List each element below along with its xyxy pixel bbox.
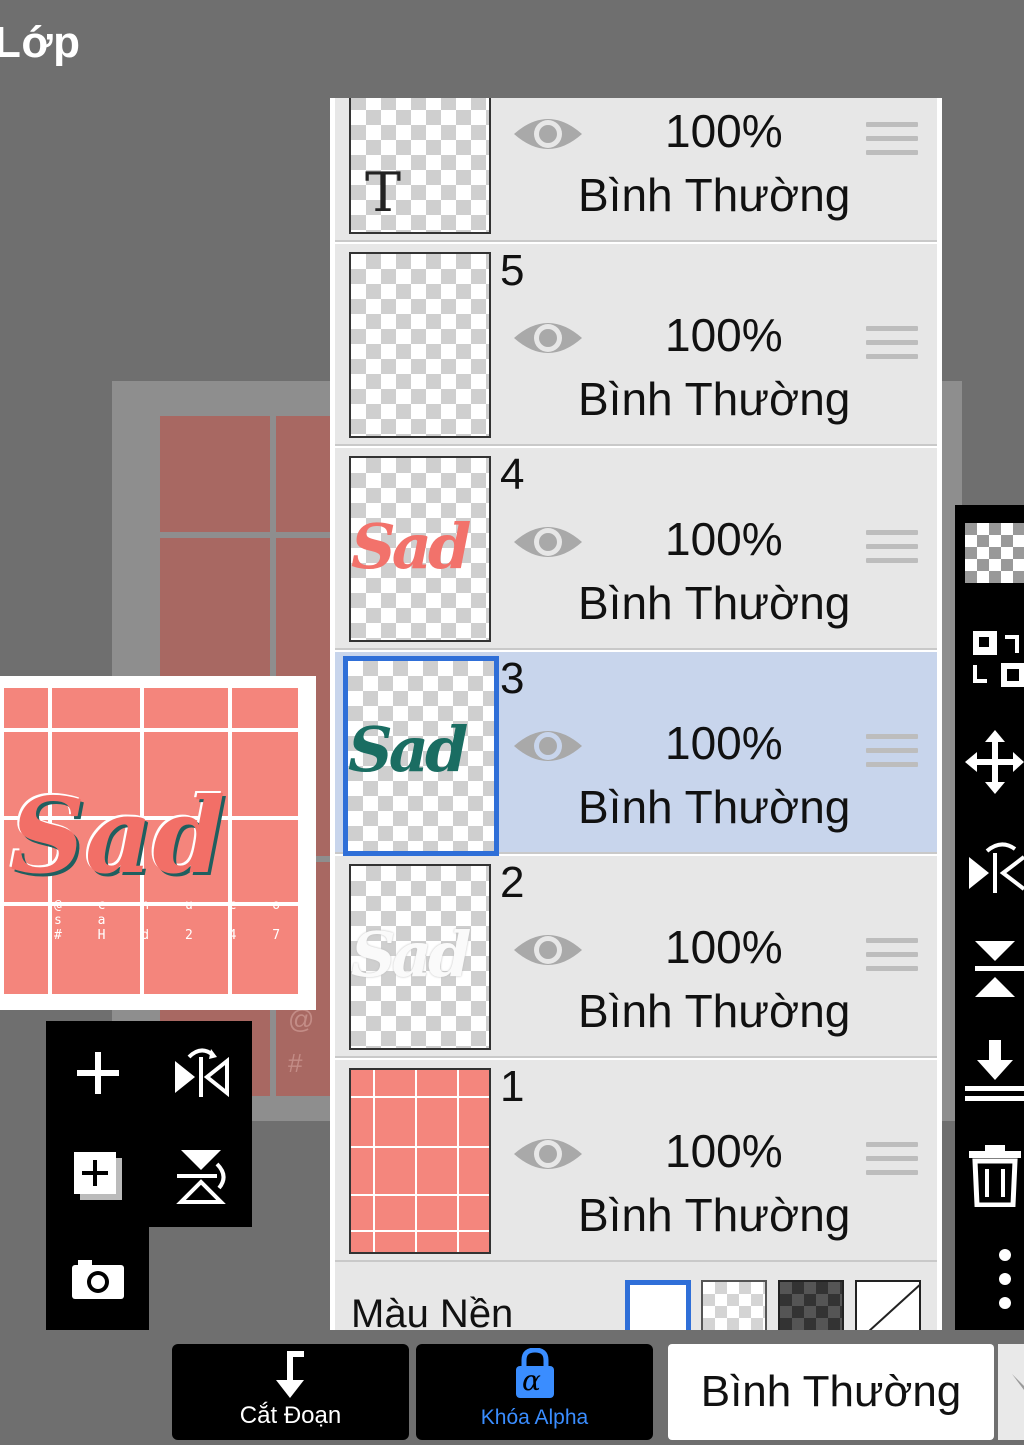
- layer-thumbnail: [349, 1068, 491, 1254]
- left-layer-tools-extra: [46, 1227, 149, 1330]
- panel-title: Lớp: [0, 18, 81, 67]
- text-layer-icon: T: [365, 161, 402, 224]
- transparency-button[interactable]: [965, 523, 1024, 593]
- visibility-eye-icon[interactable]: [511, 1130, 585, 1178]
- preview-artwork: Sad @ c h u c o s a # H d 2 4 7: [4, 688, 298, 994]
- new-layer-icon: [73, 1151, 122, 1200]
- move-layer-button[interactable]: [965, 730, 1024, 800]
- bg-swatch-checker-light[interactable]: [701, 1280, 767, 1330]
- drag-handle-icon[interactable]: [866, 530, 918, 570]
- flip-horizontal-icon: [174, 1048, 229, 1097]
- drag-handle-icon[interactable]: [866, 734, 918, 774]
- trash-icon: [969, 1145, 1021, 1208]
- layer-opacity[interactable]: 100%: [665, 716, 783, 770]
- preview-art-word: Sad: [10, 774, 226, 897]
- drag-handle-icon[interactable]: [866, 326, 918, 366]
- plus-icon: [76, 1051, 119, 1094]
- flip-vertical-icon: [975, 941, 1024, 997]
- swap-layer-button[interactable]: [965, 627, 1024, 697]
- bg-swatch-checker-dark[interactable]: [778, 1280, 844, 1330]
- layer-row-4[interactable]: Sad 4 100% Bình Thường: [335, 448, 937, 650]
- layer-name: 2: [500, 858, 525, 907]
- bg-swatch-none[interactable]: [855, 1280, 921, 1330]
- alpha-lock-label: Khóa Alpha: [480, 1406, 589, 1429]
- layer-thumbnail: Sad: [349, 864, 491, 1050]
- layer-row-text[interactable]: T 100% Bình Thường: [335, 98, 937, 242]
- layer-panel: T 100% Bình Thường 5 100% Bình Thường Sa…: [330, 98, 942, 1330]
- flip-vertical-button[interactable]: [965, 937, 1024, 1007]
- layer-blend-mode: Bình Thường: [578, 169, 851, 221]
- camera-icon: [71, 1259, 124, 1299]
- layer-name: 1: [500, 1062, 525, 1111]
- layer-thumbnail: T: [349, 98, 491, 234]
- add-layer-button[interactable]: [46, 1021, 149, 1124]
- chevron-up-icon: [1012, 1374, 1024, 1390]
- layer-blend-mode: Bình Thường: [578, 985, 851, 1037]
- camera-button[interactable]: [46, 1227, 149, 1330]
- layer-row-1[interactable]: 1 100% Bình Thường: [335, 1060, 937, 1262]
- move-arrows-icon: [965, 730, 1024, 794]
- thumb-art-word: Sad: [348, 713, 468, 786]
- clip-button[interactable]: Cắt Đoạn: [172, 1344, 409, 1440]
- merge-down-button[interactable]: [965, 1040, 1024, 1110]
- layer-opacity[interactable]: 100%: [665, 308, 783, 362]
- blend-mode-select[interactable]: Bình Thường: [668, 1344, 994, 1440]
- add-layer-copy-button[interactable]: [46, 1124, 149, 1227]
- drag-handle-icon[interactable]: [866, 122, 918, 162]
- layer-blend-mode: Bình Thường: [578, 781, 851, 833]
- visibility-eye-icon[interactable]: [511, 110, 585, 158]
- more-vertical-icon: [999, 1249, 1011, 1309]
- more-options-button[interactable]: [965, 1245, 1024, 1315]
- flip-horizontal-icon: [969, 842, 1024, 893]
- swap-layers-icon: [973, 631, 1024, 687]
- layer-thumbnail: Sad: [343, 656, 499, 856]
- bg-swatch-white[interactable]: [625, 1280, 691, 1330]
- alpha-symbol: α: [522, 1364, 541, 1397]
- thumb-art-word: Sad: [351, 510, 471, 583]
- layer-name: 3: [500, 654, 525, 703]
- clip-arrow-icon: [276, 1351, 304, 1398]
- visibility-eye-icon[interactable]: [511, 314, 585, 362]
- layer-name: 5: [500, 246, 525, 295]
- layer-opacity[interactable]: 100%: [665, 920, 783, 974]
- visibility-eye-icon[interactable]: [511, 722, 585, 770]
- thumb-art-word: Sad: [351, 918, 471, 991]
- flip-vertical-icon: [175, 1149, 226, 1204]
- merge-down-icon: [965, 1040, 1024, 1101]
- flip-layer-vertical-button[interactable]: [149, 1124, 252, 1227]
- background-color-row: Màu Nền: [335, 1262, 937, 1330]
- visibility-eye-icon[interactable]: [511, 518, 585, 566]
- drag-handle-icon[interactable]: [866, 938, 918, 978]
- drag-handle-icon[interactable]: [866, 1142, 918, 1182]
- layer-row-3[interactable]: Sad 3 100% Bình Thường: [335, 652, 937, 856]
- preview-handle-text: @ c h u c o s a # H d 2 4 7: [54, 898, 295, 943]
- visibility-eye-icon[interactable]: [511, 926, 585, 974]
- layer-opacity[interactable]: 100%: [665, 1124, 783, 1178]
- layer-thumbnail: Sad: [349, 456, 491, 642]
- canvas-preview[interactable]: Sad @ c h u c o s a # H d 2 4 7: [0, 676, 316, 1010]
- layer-blend-mode: Bình Thường: [578, 577, 851, 629]
- checkerboard-icon: [965, 523, 1024, 583]
- layer-opacity[interactable]: 100%: [665, 512, 783, 566]
- right-layer-tools: [955, 505, 1024, 1330]
- layer-blend-mode: Bình Thường: [578, 373, 851, 425]
- canvas-hash-mark: #: [288, 1048, 303, 1078]
- clip-label: Cắt Đoạn: [239, 1402, 342, 1429]
- flip-layer-horizontal-button[interactable]: [149, 1021, 252, 1124]
- layer-opacity[interactable]: 100%: [665, 104, 783, 158]
- layer-row-5[interactable]: 5 100% Bình Thường: [335, 244, 937, 446]
- background-color-label: Màu Nền: [351, 1292, 514, 1330]
- layer-name: 4: [500, 450, 525, 499]
- layer-thumbnail: [349, 252, 491, 438]
- delete-layer-button[interactable]: [965, 1143, 1024, 1213]
- blend-mode-dropdown-arrow[interactable]: [998, 1344, 1024, 1440]
- layer-row-2[interactable]: Sad 2 100% Bình Thường: [335, 856, 937, 1058]
- alpha-lock-button[interactable]: α Khóa Alpha: [416, 1344, 653, 1440]
- layer-blend-mode: Bình Thường: [578, 1189, 851, 1241]
- left-layer-tools: [46, 1021, 252, 1227]
- flip-horizontal-button[interactable]: [965, 835, 1024, 905]
